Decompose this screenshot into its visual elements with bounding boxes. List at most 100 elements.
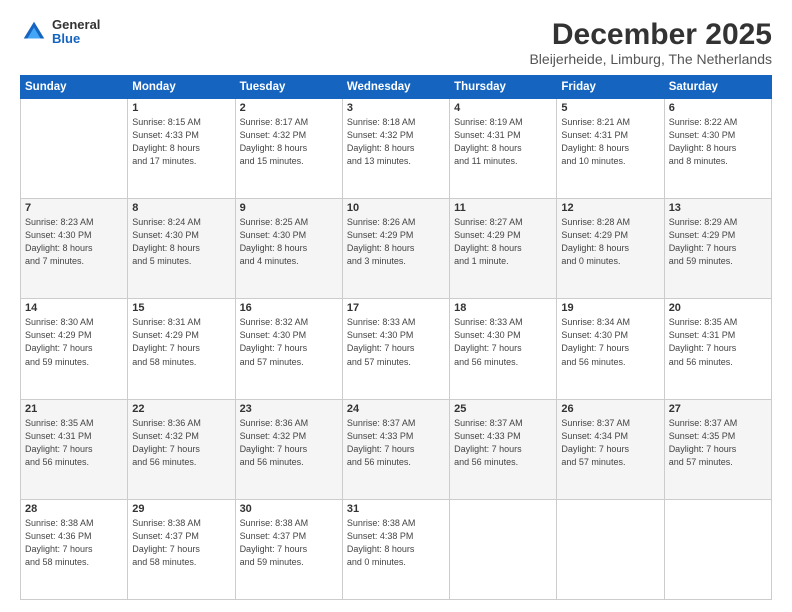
calendar-week-1: 1 Sunrise: 8:15 AMSunset: 4:33 PMDaylight… (21, 99, 772, 199)
calendar-cell: 23 Sunrise: 8:36 AMSunset: 4:32 PMDayligh… (235, 399, 342, 499)
day-info: Sunrise: 8:33 AMSunset: 4:30 PMDaylight:… (454, 316, 552, 368)
day-info: Sunrise: 8:23 AMSunset: 4:30 PMDaylight:… (25, 216, 123, 268)
calendar-cell: 3 Sunrise: 8:18 AMSunset: 4:32 PMDaylight… (342, 99, 449, 199)
day-number: 29 (132, 503, 230, 515)
calendar-table: SundayMondayTuesdayWednesdayThursdayFrid… (20, 75, 772, 600)
day-info: Sunrise: 8:29 AMSunset: 4:29 PMDaylight:… (669, 216, 767, 268)
calendar-cell: 22 Sunrise: 8:36 AMSunset: 4:32 PMDayligh… (128, 399, 235, 499)
logo-blue: Blue (52, 32, 100, 46)
calendar-cell: 11 Sunrise: 8:27 AMSunset: 4:29 PMDayligh… (450, 199, 557, 299)
day-info: Sunrise: 8:32 AMSunset: 4:30 PMDaylight:… (240, 316, 338, 368)
day-number: 17 (347, 302, 445, 314)
day-info: Sunrise: 8:31 AMSunset: 4:29 PMDaylight:… (132, 316, 230, 368)
day-info: Sunrise: 8:19 AMSunset: 4:31 PMDaylight:… (454, 116, 552, 168)
day-number: 18 (454, 302, 552, 314)
calendar-cell: 30 Sunrise: 8:38 AMSunset: 4:37 PMDayligh… (235, 499, 342, 599)
day-number: 26 (561, 403, 659, 415)
day-number: 14 (25, 302, 123, 314)
day-info: Sunrise: 8:22 AMSunset: 4:30 PMDaylight:… (669, 116, 767, 168)
day-number: 23 (240, 403, 338, 415)
calendar-cell (21, 99, 128, 199)
day-number: 21 (25, 403, 123, 415)
calendar-cell: 10Sunrise: 8:26 AMSunset: 4:29 PMDayligh… (342, 199, 449, 299)
calendar-cell: 9Sunrise: 8:25 AMSunset: 4:30 PMDaylight… (235, 199, 342, 299)
day-info: Sunrise: 8:25 AMSunset: 4:30 PMDaylight:… (240, 216, 338, 268)
calendar-header-tuesday: Tuesday (235, 76, 342, 99)
day-info: Sunrise: 8:38 AMSunset: 4:38 PMDaylight:… (347, 517, 445, 569)
day-number: 15 (132, 302, 230, 314)
calendar-cell: 25Sunrise: 8:37 AMSunset: 4:33 PMDayligh… (450, 399, 557, 499)
day-info: Sunrise: 8:17 AMSunset: 4:32 PMDaylight:… (240, 116, 338, 168)
calendar-header-row: SundayMondayTuesdayWednesdayThursdayFrid… (21, 76, 772, 99)
logo-text: General Blue (52, 18, 100, 47)
logo: General Blue (20, 18, 100, 47)
calendar-cell: 14 Sunrise: 8:30 AMSunset: 4:29 PMDayligh… (21, 299, 128, 399)
calendar-header-thursday: Thursday (450, 76, 557, 99)
calendar-cell: 8Sunrise: 8:24 AMSunset: 4:30 PMDaylight… (128, 199, 235, 299)
day-info: Sunrise: 8:37 AMSunset: 4:34 PMDaylight:… (561, 417, 659, 469)
day-info: Sunrise: 8:36 AMSunset: 4:32 PMDaylight:… (132, 417, 230, 469)
calendar-cell (450, 499, 557, 599)
calendar-week-5: 28Sunrise: 8:38 AMSunset: 4:36 PMDayligh… (21, 499, 772, 599)
location: Bleijerheide, Limburg, The Netherlands (529, 51, 772, 67)
calendar-cell: 17 Sunrise: 8:33 AMSunset: 4:30 PMDayligh… (342, 299, 449, 399)
day-number: 28 (25, 503, 123, 515)
day-info: Sunrise: 8:28 AMSunset: 4:29 PMDaylight:… (561, 216, 659, 268)
day-info: Sunrise: 8:35 AMSunset: 4:31 PMDaylight:… (669, 316, 767, 368)
calendar-cell: 26 Sunrise: 8:37 AMSunset: 4:34 PMDayligh… (557, 399, 664, 499)
calendar-header-friday: Friday (557, 76, 664, 99)
calendar-cell (557, 499, 664, 599)
day-info: Sunrise: 8:30 AMSunset: 4:29 PMDaylight:… (25, 316, 123, 368)
day-number: 22 (132, 403, 230, 415)
calendar-week-2: 7Sunrise: 8:23 AMSunset: 4:30 PMDaylight… (21, 199, 772, 299)
calendar-cell: 27Sunrise: 8:37 AMSunset: 4:35 PMDayligh… (664, 399, 771, 499)
calendar-header-monday: Monday (128, 76, 235, 99)
month-title: December 2025 (529, 18, 772, 51)
day-number: 5 (561, 102, 659, 114)
calendar-week-4: 21 Sunrise: 8:35 AMSunset: 4:31 PMDayligh… (21, 399, 772, 499)
day-info: Sunrise: 8:33 AMSunset: 4:30 PMDaylight:… (347, 316, 445, 368)
day-number: 27 (669, 403, 767, 415)
calendar-cell: 28Sunrise: 8:38 AMSunset: 4:36 PMDayligh… (21, 499, 128, 599)
calendar-cell: 2Sunrise: 8:17 AMSunset: 4:32 PMDaylight… (235, 99, 342, 199)
day-info: Sunrise: 8:38 AMSunset: 4:37 PMDaylight:… (240, 517, 338, 569)
calendar-cell: 18 Sunrise: 8:33 AMSunset: 4:30 PMDayligh… (450, 299, 557, 399)
day-number: 30 (240, 503, 338, 515)
calendar-header-wednesday: Wednesday (342, 76, 449, 99)
day-number: 1 (132, 102, 230, 114)
day-info: Sunrise: 8:18 AMSunset: 4:32 PMDaylight:… (347, 116, 445, 168)
day-info: Sunrise: 8:36 AMSunset: 4:32 PMDaylight:… (240, 417, 338, 469)
day-number: 19 (561, 302, 659, 314)
logo-icon (20, 18, 48, 46)
day-info: Sunrise: 8:38 AMSunset: 4:37 PMDaylight:… (132, 517, 230, 569)
calendar-cell: 21 Sunrise: 8:35 AMSunset: 4:31 PMDayligh… (21, 399, 128, 499)
day-number: 20 (669, 302, 767, 314)
day-info: Sunrise: 8:35 AMSunset: 4:31 PMDaylight:… (25, 417, 123, 469)
calendar-cell (664, 499, 771, 599)
day-info: Sunrise: 8:24 AMSunset: 4:30 PMDaylight:… (132, 216, 230, 268)
calendar-week-3: 14 Sunrise: 8:30 AMSunset: 4:29 PMDayligh… (21, 299, 772, 399)
calendar-cell: 1 Sunrise: 8:15 AMSunset: 4:33 PMDaylight… (128, 99, 235, 199)
day-number: 13 (669, 202, 767, 214)
day-number: 11 (454, 202, 552, 214)
calendar-cell: 6Sunrise: 8:22 AMSunset: 4:30 PMDaylight… (664, 99, 771, 199)
calendar-cell: 31Sunrise: 8:38 AMSunset: 4:38 PMDayligh… (342, 499, 449, 599)
day-info: Sunrise: 8:27 AMSunset: 4:29 PMDaylight:… (454, 216, 552, 268)
day-number: 24 (347, 403, 445, 415)
calendar-cell: 7Sunrise: 8:23 AMSunset: 4:30 PMDaylight… (21, 199, 128, 299)
day-info: Sunrise: 8:34 AMSunset: 4:30 PMDaylight:… (561, 316, 659, 368)
day-number: 3 (347, 102, 445, 114)
calendar-cell: 15 Sunrise: 8:31 AMSunset: 4:29 PMDayligh… (128, 299, 235, 399)
calendar-cell: 16Sunrise: 8:32 AMSunset: 4:30 PMDayligh… (235, 299, 342, 399)
calendar-cell: 29 Sunrise: 8:38 AMSunset: 4:37 PMDayligh… (128, 499, 235, 599)
calendar-header-saturday: Saturday (664, 76, 771, 99)
day-number: 4 (454, 102, 552, 114)
day-info: Sunrise: 8:21 AMSunset: 4:31 PMDaylight:… (561, 116, 659, 168)
title-block: December 2025 Bleijerheide, Limburg, The… (529, 18, 772, 67)
header: General Blue December 2025 Bleijerheide,… (20, 18, 772, 67)
day-info: Sunrise: 8:37 AMSunset: 4:33 PMDaylight:… (454, 417, 552, 469)
day-info: Sunrise: 8:15 AMSunset: 4:33 PMDaylight:… (132, 116, 230, 168)
calendar-cell: 13 Sunrise: 8:29 AMSunset: 4:29 PMDayligh… (664, 199, 771, 299)
calendar-cell: 12Sunrise: 8:28 AMSunset: 4:29 PMDayligh… (557, 199, 664, 299)
page: General Blue December 2025 Bleijerheide,… (0, 0, 792, 612)
